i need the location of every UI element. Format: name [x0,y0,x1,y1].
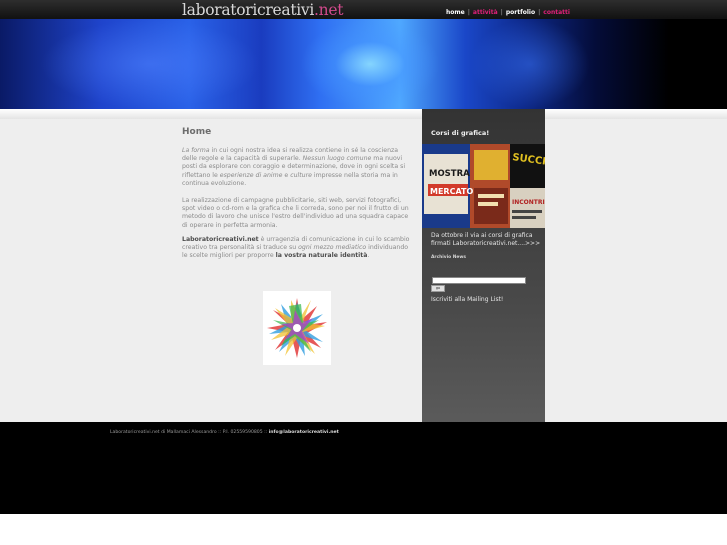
nav-separator: | [500,9,503,16]
footer-company: Laboratoricreativi.net di Mallamaci Ales… [110,430,269,435]
star-logo-image [263,291,331,365]
footer [0,422,727,514]
mailing-list-link[interactable]: Iscriviti alla Mailing List! [431,296,503,303]
star-burst-icon [267,298,327,358]
nav-contatti[interactable]: contatti [543,9,570,16]
poster-word-mercato: MERCATO [430,187,473,196]
footer-email-link[interactable]: info@laboratoricreativi.net [269,430,339,435]
banner-glow [470,19,590,109]
main-nav: home | attività | portfolio | contatti [446,9,570,17]
mailing-email-input[interactable] [432,277,526,284]
services-paragraph: La realizzazione di campagne pubblicitar… [182,197,409,229]
page-title: Home [182,127,212,137]
poster-collage: MOSTRA MERCATO SUCCHE INCONTRI [422,144,545,228]
banner-glow [40,19,260,109]
intro-paragraph: La forma in cui ogni nostra idea si real… [182,147,406,187]
course-poster-image[interactable]: MOSTRA MERCATO SUCCHE INCONTRI [422,144,545,228]
banner-glow [300,19,440,109]
nav-portfolio[interactable]: portfolio [506,9,535,16]
nav-separator: | [467,9,470,16]
nav-home[interactable]: home [446,9,465,16]
agency-paragraph: Laboratoricreativi.net è urragenzia di c… [182,236,410,260]
poster-word-incontri: INCONTRI [512,199,545,206]
logo-part-2: creativi [257,1,315,19]
poster-word-mostra: MOSTRA [429,169,470,179]
sidebar-title: Corsi di grafica! [431,129,490,137]
header-banner [0,19,727,109]
footer-text: Laboratoricreativi.net di Mallamaci Ales… [110,430,339,435]
logo-part-3: .net [314,1,344,19]
archive-news-label: Archivio News [431,255,467,260]
logo-part-1: laboratori [182,1,258,19]
content-top-strip [0,109,727,119]
top-bar [0,0,727,19]
nav-attivita[interactable]: attività [473,9,498,16]
mailing-submit-button[interactable]: go [431,285,445,292]
site-logo[interactable]: laboratoricreativi.net [182,1,343,19]
nav-separator: | [538,9,541,16]
course-announcement[interactable]: Da ottobre il via ai corsi di grafica fi… [431,232,541,248]
